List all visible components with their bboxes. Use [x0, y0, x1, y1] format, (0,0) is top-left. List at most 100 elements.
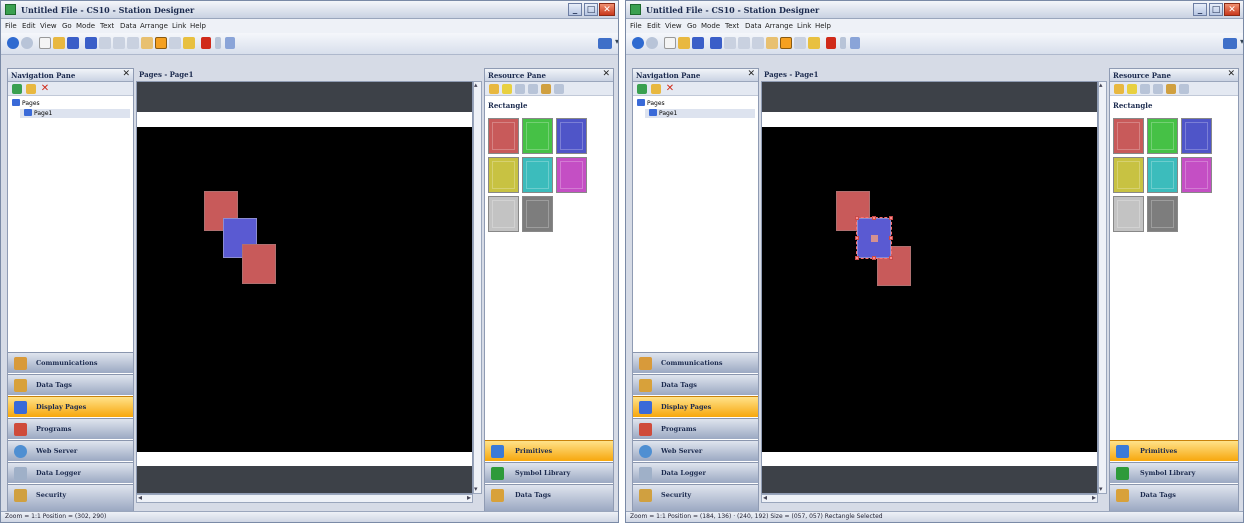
text-tool-icon[interactable] — [183, 37, 195, 49]
menu-mode[interactable]: Mode — [701, 22, 720, 30]
resize-handle[interactable] — [872, 216, 876, 220]
pan-icon[interactable] — [780, 37, 792, 49]
paste-icon[interactable] — [528, 84, 538, 94]
chevron-down-icon[interactable] — [840, 37, 846, 49]
open-folder-icon[interactable] — [678, 37, 690, 49]
copy-icon[interactable] — [515, 84, 525, 94]
rectangle-swatch-blue[interactable] — [556, 118, 587, 154]
rectangle-swatch-dark-gray[interactable] — [522, 196, 553, 232]
menu-help[interactable]: Help — [815, 22, 831, 30]
copy-icon[interactable] — [113, 37, 125, 49]
menu-go[interactable]: Go — [62, 22, 72, 30]
link-icon[interactable] — [225, 37, 235, 49]
close-window-button[interactable] — [1224, 3, 1240, 16]
close-icon[interactable]: ✕ — [602, 69, 610, 79]
menu-help[interactable]: Help — [190, 22, 206, 30]
menu-view[interactable]: View — [665, 22, 682, 30]
menu-arrange[interactable]: Arrange — [765, 22, 793, 30]
canvas-display-area[interactable] — [137, 127, 472, 452]
back-icon[interactable] — [632, 37, 644, 49]
zoom-icon[interactable] — [169, 37, 181, 49]
resize-handle[interactable] — [889, 256, 893, 260]
grid-icon[interactable] — [826, 37, 836, 49]
canvas-display-area[interactable] — [762, 127, 1097, 452]
rectangle-swatch-dark-gray[interactable] — [1147, 196, 1178, 232]
horizontal-scrollbar[interactable] — [761, 493, 1098, 503]
rotation-center-handle[interactable] — [871, 235, 878, 242]
menu-text[interactable]: Text — [725, 22, 739, 30]
print-icon[interactable] — [85, 37, 97, 49]
menu-view[interactable]: View — [40, 22, 57, 30]
save-icon[interactable] — [692, 37, 704, 49]
resize-handle[interactable] — [855, 216, 859, 220]
resize-handle[interactable] — [855, 256, 859, 260]
resource-button-symbol-library[interactable]: Symbol Library — [1110, 462, 1238, 483]
properties-icon[interactable] — [1166, 84, 1176, 94]
rectangle-blue-selected[interactable] — [855, 216, 893, 260]
nav-button-web-server[interactable]: Web Server — [8, 440, 133, 461]
search-icon[interactable] — [554, 84, 564, 94]
open-folder-icon[interactable] — [53, 37, 65, 49]
chevron-down-icon[interactable] — [215, 37, 221, 49]
add-folder-icon[interactable] — [651, 84, 661, 94]
resize-handle[interactable] — [872, 256, 876, 260]
add-page-icon[interactable] — [12, 84, 22, 94]
rectangle-swatch-cyan[interactable] — [1147, 157, 1178, 193]
print-icon[interactable] — [710, 37, 722, 49]
menu-link[interactable]: Link — [172, 22, 186, 30]
nav-button-communications[interactable]: Communications — [8, 352, 133, 373]
select-pointer-icon[interactable] — [766, 37, 778, 49]
menu-file[interactable]: File — [5, 22, 17, 30]
rectangle-swatch-cyan[interactable] — [522, 157, 553, 193]
nav-button-data-logger[interactable]: Data Logger — [8, 462, 133, 483]
resource-button-data-tags[interactable]: Data Tags — [1110, 484, 1238, 511]
rectangle-red-2[interactable] — [242, 244, 276, 284]
tree-node-pages[interactable]: Pages — [12, 99, 40, 109]
rectangle-swatch-red[interactable] — [488, 118, 519, 154]
open-icon[interactable] — [1114, 84, 1124, 94]
menu-link[interactable]: Link — [797, 22, 811, 30]
menu-edit[interactable]: Edit — [647, 22, 661, 30]
zoom-icon[interactable] — [794, 37, 806, 49]
rectangle-swatch-magenta[interactable] — [1181, 157, 1212, 193]
close-icon[interactable]: ✕ — [1227, 69, 1235, 79]
select-pointer-icon[interactable] — [141, 37, 153, 49]
menu-go[interactable]: Go — [687, 22, 697, 30]
tree-node-page1[interactable]: Page1 — [20, 109, 130, 118]
rectangle-swatch-yellow[interactable] — [488, 157, 519, 193]
menu-mode[interactable]: Mode — [76, 22, 95, 30]
nav-button-web-server[interactable]: Web Server — [633, 440, 758, 461]
resource-button-primitives[interactable]: Primitives — [1110, 440, 1238, 461]
save-icon[interactable] — [67, 37, 79, 49]
resize-handle[interactable] — [889, 236, 893, 240]
layout-icon[interactable] — [598, 37, 618, 49]
rectangle-swatch-light-gray[interactable] — [488, 196, 519, 232]
minimize-button[interactable] — [1193, 3, 1207, 16]
tree-node-page1[interactable]: Page1 — [645, 109, 755, 118]
add-page-icon[interactable] — [637, 84, 647, 94]
rectangle-swatch-light-gray[interactable] — [1113, 196, 1144, 232]
text-tool-icon[interactable] — [808, 37, 820, 49]
maximize-button[interactable] — [1209, 3, 1223, 16]
document-tab[interactable]: Pages - Page1 — [136, 68, 482, 81]
link-icon[interactable] — [850, 37, 860, 49]
horizontal-scrollbar[interactable] — [136, 493, 473, 503]
nav-button-display-pages[interactable]: Display Pages — [8, 396, 133, 417]
cut-icon[interactable] — [724, 37, 736, 49]
page-canvas[interactable] — [136, 81, 473, 494]
new-file-icon[interactable] — [664, 37, 676, 49]
menu-edit[interactable]: Edit — [22, 22, 36, 30]
menu-data[interactable]: Data — [745, 22, 762, 30]
star-icon[interactable] — [1127, 84, 1137, 94]
back-icon[interactable] — [7, 37, 19, 49]
copy-icon[interactable] — [738, 37, 750, 49]
rectangle-swatch-red[interactable] — [1113, 118, 1144, 154]
resize-handle[interactable] — [889, 216, 893, 220]
resource-button-primitives[interactable]: Primitives — [485, 440, 613, 461]
forward-icon[interactable] — [646, 37, 658, 49]
minimize-button[interactable] — [568, 3, 582, 16]
nav-button-data-tags[interactable]: Data Tags — [633, 374, 758, 395]
rectangle-swatch-blue[interactable] — [1181, 118, 1212, 154]
paste-icon[interactable] — [127, 37, 139, 49]
close-icon[interactable]: ✕ — [747, 69, 755, 79]
